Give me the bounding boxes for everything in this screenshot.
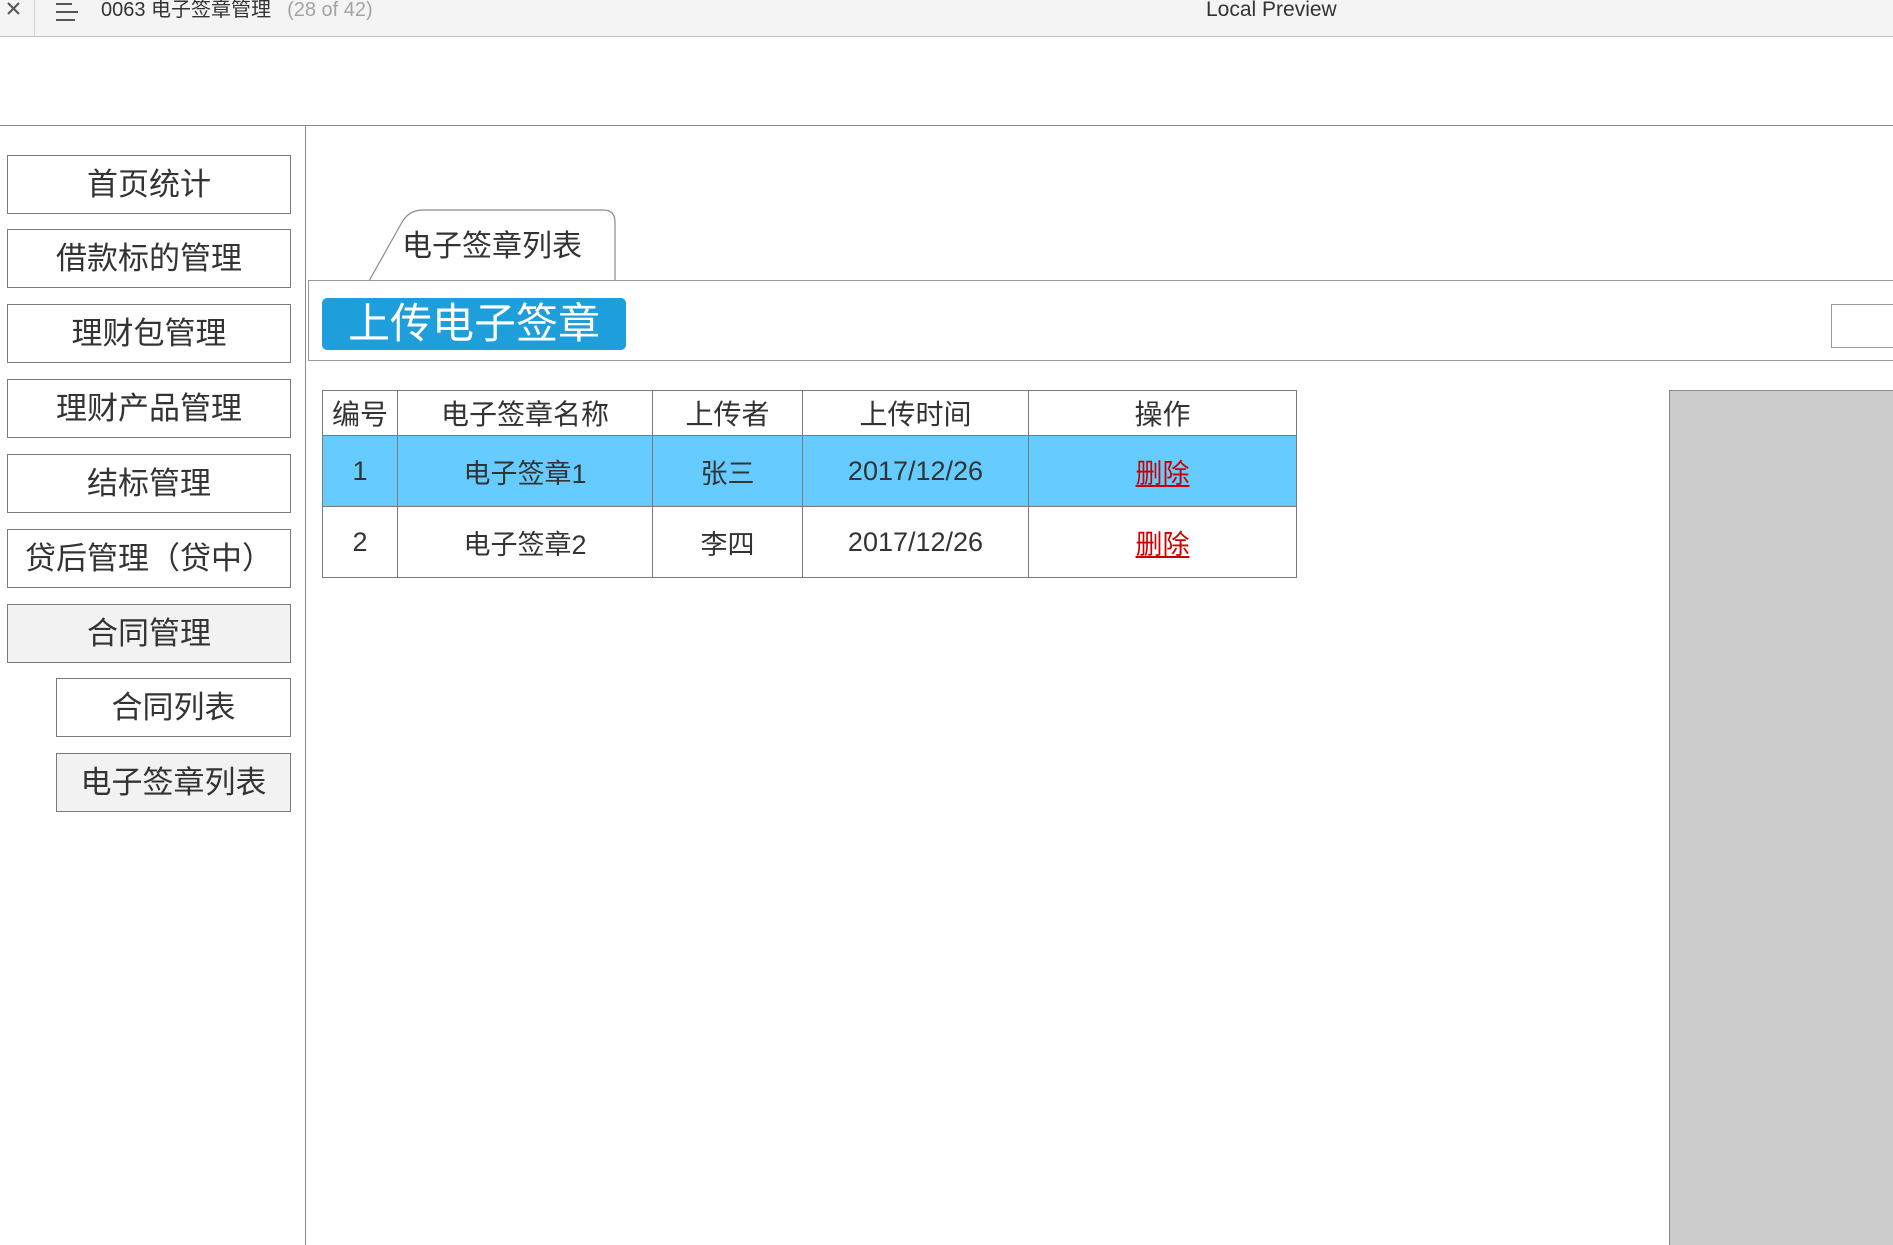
page-title: 0063 电子签章管理 <box>101 0 272 21</box>
tab-e-signature-list[interactable]: 电子签章列表 <box>365 208 617 282</box>
column-header-actions: 操作 <box>1028 390 1297 436</box>
sidebar-item-settlement[interactable]: 结标管理 <box>7 454 291 513</box>
header-divider <box>0 125 1893 126</box>
cell-upload-time: 2017/12/26 <box>802 435 1029 507</box>
e-signature-table: 编号 电子签章名称 上传者 上传时间 操作 1 电子签章1 张三 2017/12… <box>322 390 1297 578</box>
cell-name: 电子签章1 <box>397 435 653 507</box>
table-row[interactable]: 2 电子签章2 李四 2017/12/26 删除 <box>322 506 1297 578</box>
menu-icon[interactable] <box>54 0 80 24</box>
tab-label: 电子签章列表 <box>402 230 582 263</box>
sidebar-item-wealth-packages[interactable]: 理财包管理 <box>7 304 291 363</box>
column-header-id: 编号 <box>322 390 398 436</box>
cell-actions: 删除 <box>1028 506 1297 578</box>
upload-e-signature-button[interactable]: 上传电子签章 <box>322 298 626 350</box>
sidebar-item-home-stats[interactable]: 首页统计 <box>7 155 291 214</box>
column-header-name: 电子签章名称 <box>397 390 653 436</box>
sidebar-item-loan-targets[interactable]: 借款标的管理 <box>7 229 291 288</box>
titlebar-separator <box>34 0 35 36</box>
search-input[interactable] <box>1831 304 1893 348</box>
sidebar-item-contract-list[interactable]: 合同列表 <box>56 678 291 737</box>
sidebar-item-contracts[interactable]: 合同管理 <box>7 604 291 663</box>
delete-link[interactable]: 删除 <box>1136 459 1190 489</box>
sidebar-item-wealth-products[interactable]: 理财产品管理 <box>7 379 291 438</box>
cell-upload-time: 2017/12/26 <box>802 506 1029 578</box>
delete-link[interactable]: 删除 <box>1136 530 1190 560</box>
preview-label: Local Preview <box>1206 0 1337 21</box>
cell-id: 1 <box>322 435 398 507</box>
page-counter: (28 of 42) <box>287 0 373 21</box>
column-header-uploader: 上传者 <box>652 390 803 436</box>
side-panel <box>1669 390 1893 1245</box>
close-icon[interactable] <box>4 0 26 20</box>
cell-uploader: 张三 <box>652 435 803 507</box>
window-titlebar: 0063 电子签章管理 (28 of 42) Local Preview <box>0 0 1893 37</box>
window-title: 0063 电子签章管理 (28 of 42) <box>101 0 373 23</box>
cell-uploader: 李四 <box>652 506 803 578</box>
table-header-row: 编号 电子签章名称 上传者 上传时间 操作 <box>322 390 1297 436</box>
cell-name: 电子签章2 <box>397 506 653 578</box>
column-header-upload-time: 上传时间 <box>802 390 1029 436</box>
table-row[interactable]: 1 电子签章1 张三 2017/12/26 删除 <box>322 435 1297 507</box>
cell-actions: 删除 <box>1028 435 1297 507</box>
sidebar-item-e-signature-list[interactable]: 电子签章列表 <box>56 753 291 812</box>
sidebar-item-post-loan[interactable]: 贷后管理（贷中） <box>7 529 291 588</box>
cell-id: 2 <box>322 506 398 578</box>
sidebar-divider <box>305 126 306 1245</box>
